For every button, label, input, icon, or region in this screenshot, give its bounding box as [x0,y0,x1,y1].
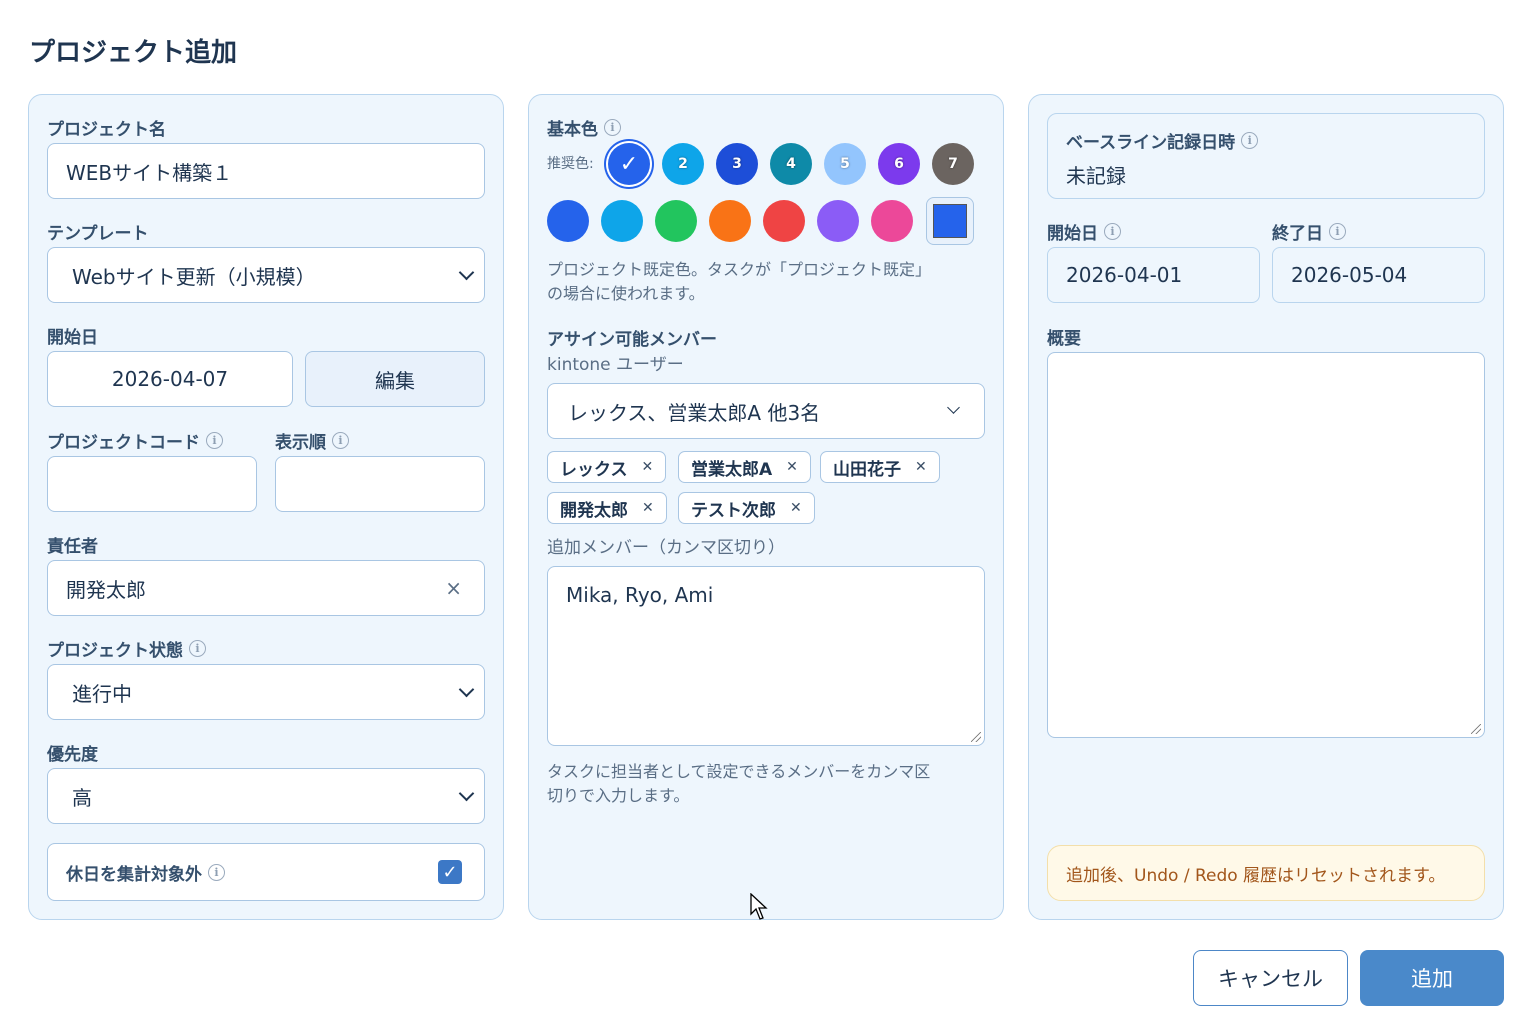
assignable-members-label: アサイン可能メンバー [547,330,717,350]
member-chip: 営業太郎A ✕ [678,451,811,483]
chevron-down-icon [947,401,960,414]
palette-color-swatch[interactable] [817,200,859,242]
color-help-text: プロジェクト既定色。タスクが「プロジェクト既定」 の場合に使われます。 [547,260,932,303]
project-name-label: プロジェクト名 [47,120,166,140]
exclude-holidays-label: 休日を集計対象外 i [66,860,225,885]
member-chip: 開発太郎 ✕ [547,492,667,524]
recommended-color-swatch[interactable]: 3 [716,143,758,185]
mouse-cursor-icon [750,893,768,920]
custom-color-picker[interactable] [926,197,974,245]
info-icon[interactable]: i [1329,223,1346,240]
palette-color-swatch[interactable] [547,200,589,242]
edit-start-date-button[interactable]: 編集 [305,351,485,407]
palette-color-swatch[interactable] [655,200,697,242]
recommended-color-swatch[interactable]: 2 [662,143,704,185]
info-icon[interactable]: i [332,432,349,449]
palette-color-swatch[interactable] [601,200,643,242]
remove-chip-icon[interactable]: ✕ [915,459,927,475]
baseline-value: 未記録 [1066,164,1126,188]
exclude-holidays-row[interactable]: 休日を集計対象外 i ✓ [47,843,485,901]
baseline-box: ベースライン記録日時 i 未記録 [1047,113,1485,199]
project-status-label: プロジェクト状態 i [47,636,206,661]
recommended-color-swatch[interactable]: 7 [932,143,974,185]
start-date-field[interactable]: 2026-04-01 [1047,247,1260,303]
schedule-panel: ベースライン記録日時 i 未記録 開始日 i 2026-04-01 終了日 i 202… [1028,94,1504,920]
project-name-input[interactable]: WEBサイト構築１ [47,143,485,199]
recommended-color-swatch[interactable]: 4 [770,143,812,185]
summary-textarea[interactable] [1047,352,1485,738]
priority-select[interactable]: 高 [47,768,485,824]
custom-color-swatch [933,204,967,238]
display-order-label: 表示順 i [275,428,349,453]
chevron-down-icon [458,264,475,281]
remove-chip-icon[interactable]: ✕ [642,459,654,475]
info-icon[interactable]: i [206,432,223,449]
info-icon[interactable]: i [208,863,225,881]
recommended-colors-label: 推奨色: [547,156,594,172]
start-date-field[interactable]: 2026-04-07 [47,351,293,407]
resize-handle-icon[interactable] [971,732,981,742]
kintone-users-select[interactable]: レックス、営業太郎A 他3名 [547,383,985,439]
info-icon[interactable]: i [1104,223,1121,240]
priority-label: 優先度 [47,745,98,765]
end-date-field[interactable]: 2026-05-04 [1272,247,1485,303]
recommended-color-swatch[interactable]: 5 [824,143,866,185]
start-date-label: 開始日 i [1047,219,1121,244]
undo-reset-notice: 追加後、Undo / Redo 履歴はリセットされます。 [1047,845,1485,901]
kintone-users-label: kintone ユーザー [547,355,684,375]
template-select[interactable]: Webサイト更新（小規模） [47,247,485,303]
recommended-color-swatch[interactable]: ✓ [608,143,650,185]
add-button[interactable]: 追加 [1360,950,1504,1006]
member-chip: レックス ✕ [547,451,667,483]
start-date-label: 開始日 [47,328,98,348]
remove-chip-icon[interactable]: ✕ [642,500,654,516]
remove-chip-icon[interactable]: ✕ [790,500,802,516]
resize-handle-icon[interactable] [1471,724,1481,734]
end-date-label: 終了日 i [1272,219,1346,244]
summary-label: 概要 [1047,329,1081,349]
owner-label: 責任者 [47,537,98,557]
extra-members-textarea[interactable]: Mika, Ryo, Ami [547,566,985,746]
info-icon[interactable]: i [604,119,621,136]
member-chip: テスト次郎 ✕ [678,492,815,524]
baseline-label: ベースライン記録日時 i [1066,128,1259,153]
project-code-input[interactable] [47,456,257,512]
base-color-label: 基本色 i [547,115,621,140]
info-icon[interactable]: i [1241,132,1259,149]
recommended-color-swatch[interactable]: 6 [878,143,920,185]
display-order-input[interactable] [275,456,485,512]
exclude-holidays-checkbox[interactable]: ✓ [438,860,462,884]
palette-color-swatch[interactable] [763,200,805,242]
owner-field[interactable]: 開発太郎 × [47,560,485,616]
color-members-panel: 基本色 i 推奨色: ✓ 2 3 4 5 6 7 プロジェクト既定色。タスクが「プロジェクト既… [528,94,1004,920]
info-icon[interactable]: i [189,640,206,657]
chevron-down-icon [458,681,475,698]
chevron-down-icon [458,785,475,802]
basic-info-panel: プロジェクト名 WEBサイト構築１ テンプレート Webサイト更新（小規模） 開… [28,94,504,920]
palette-color-swatch[interactable] [871,200,913,242]
cancel-button[interactable]: キャンセル [1193,950,1348,1006]
remove-chip-icon[interactable]: ✕ [786,459,798,475]
dialog-title: プロジェクト追加 [29,38,238,68]
extra-members-help: タスクに担当者として設定できるメンバーをカンマ区 切りで入力します。 [547,762,931,805]
project-status-select[interactable]: 進行中 [47,664,485,720]
template-label: テンプレート [47,224,149,244]
palette-color-swatch[interactable] [709,200,751,242]
project-code-label: プロジェクトコード i [47,428,223,453]
member-chip: 山田花子 ✕ [820,451,940,483]
extra-members-label: 追加メンバー（カンマ区切り） [547,538,785,558]
clear-owner-icon[interactable]: × [445,576,462,600]
